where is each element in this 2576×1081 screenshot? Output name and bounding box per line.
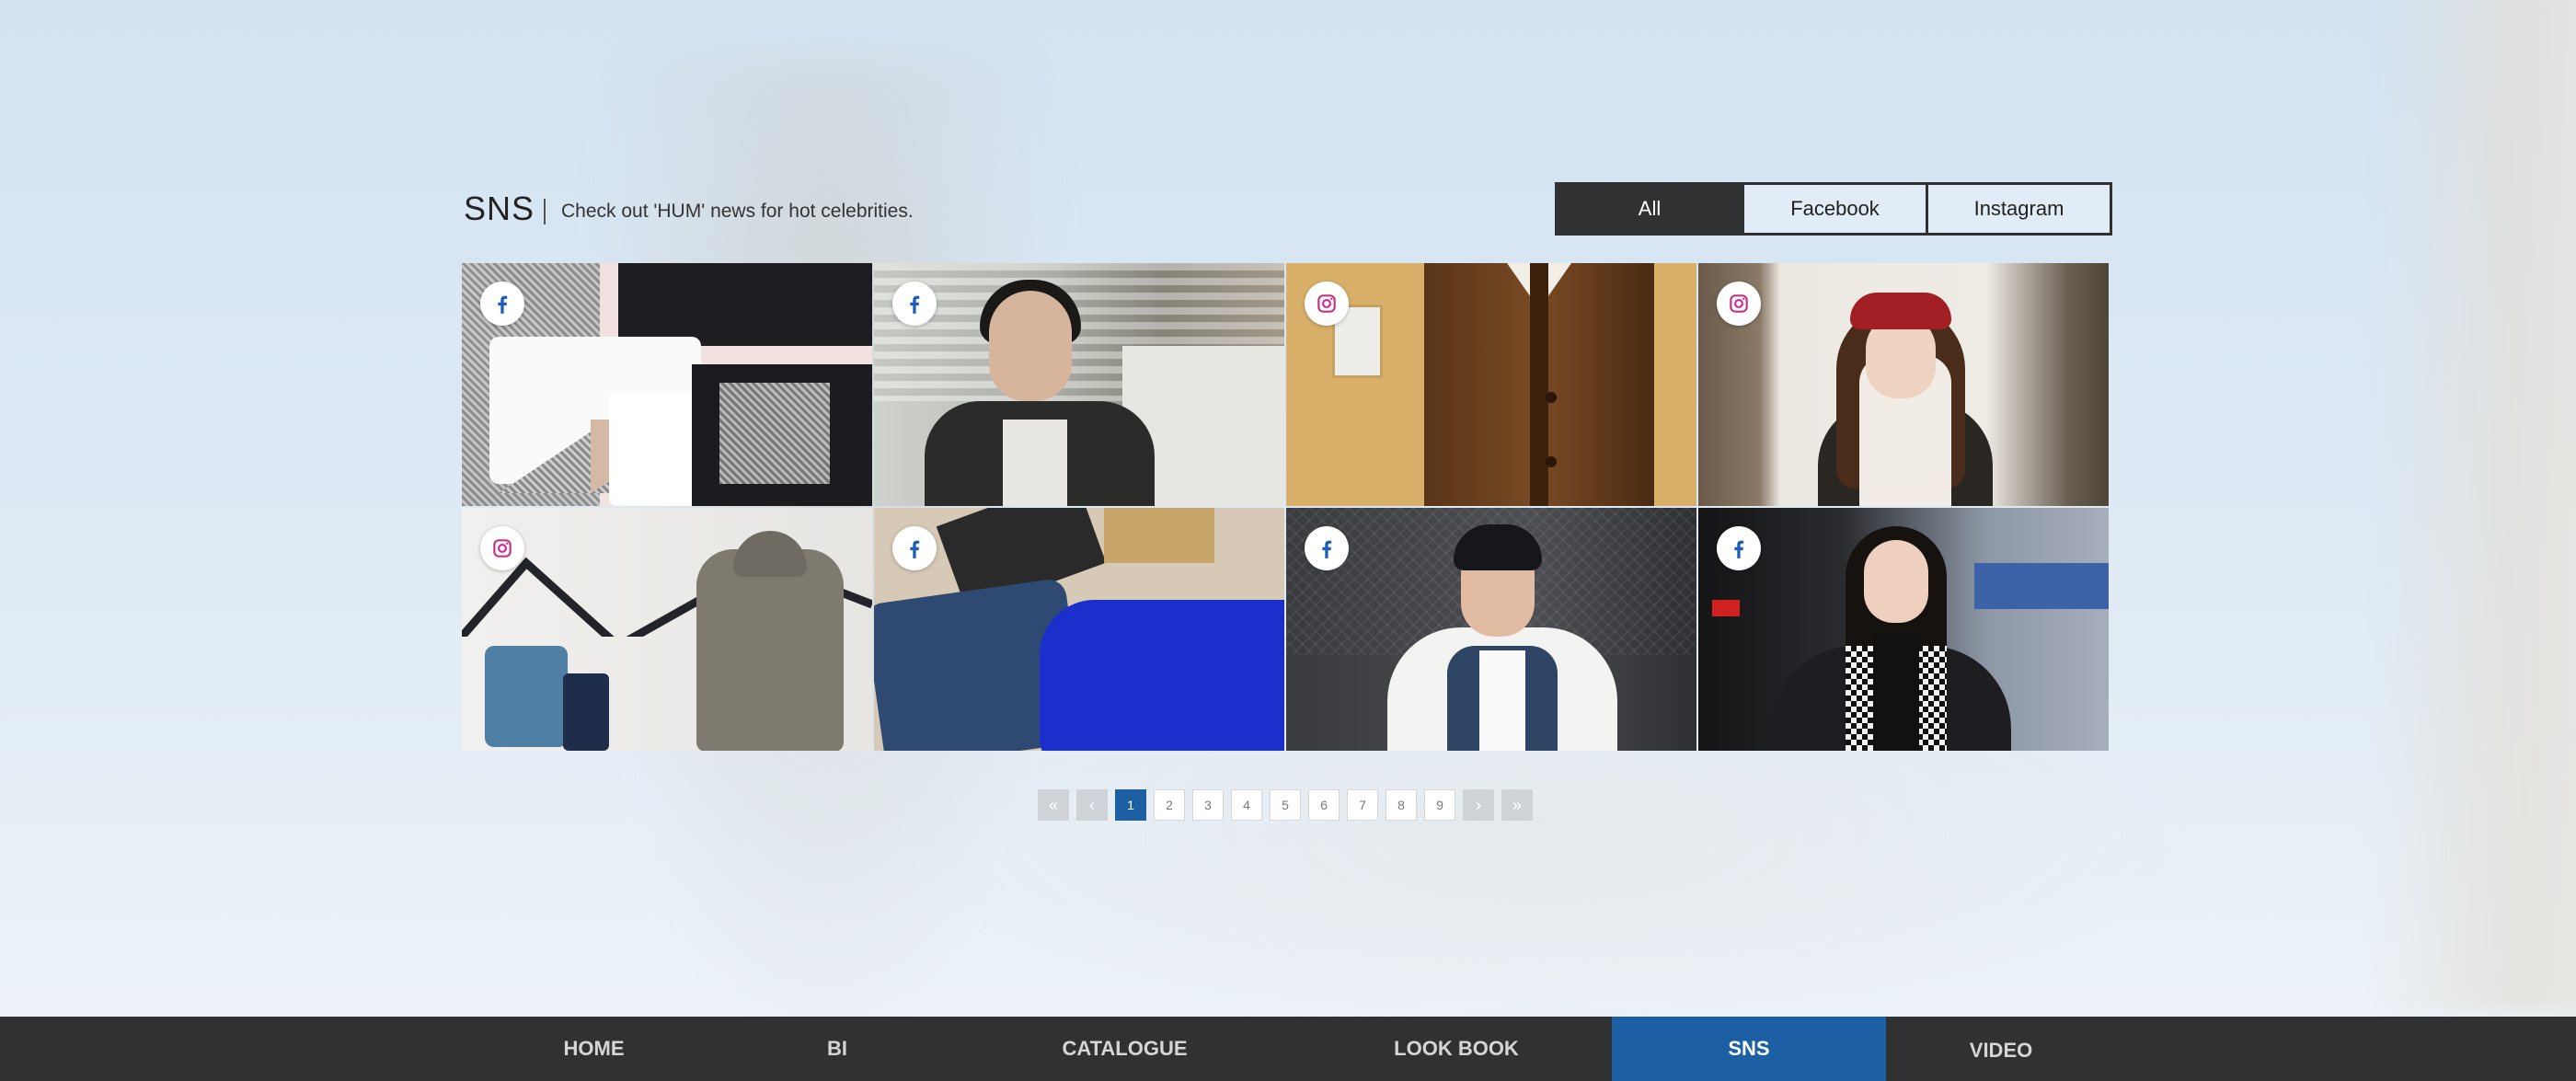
nav-look-book[interactable]: LOOK BOOK [1369, 1017, 1544, 1081]
title-divider [544, 199, 546, 224]
nav-catalogue[interactable]: CATALOGUE [1030, 1017, 1219, 1081]
filter-all[interactable]: All [1558, 185, 1742, 233]
instagram-icon [480, 526, 524, 570]
sns-section: SNS Check out 'HUM' news for hot celebri… [462, 180, 2112, 751]
nav-video[interactable]: VIDEO [1950, 1017, 2052, 1081]
sns-post-3[interactable] [1286, 263, 1696, 506]
facebook-icon [892, 282, 937, 326]
page-5-button[interactable]: 5 [1270, 789, 1301, 821]
page-3-button[interactable]: 3 [1192, 789, 1224, 821]
bottom-nav: HOME BI CATALOGUE LOOK BOOK SNS VIDEO [0, 1017, 2576, 1081]
page-7-button[interactable]: 7 [1347, 789, 1378, 821]
facebook-icon [1305, 526, 1349, 570]
sns-post-8[interactable] [1698, 508, 2109, 751]
facebook-icon [1717, 526, 1761, 570]
facebook-icon [892, 526, 937, 570]
next-page-button[interactable]: › [1463, 789, 1494, 821]
page-4-button[interactable]: 4 [1231, 789, 1262, 821]
nav-home[interactable]: HOME [523, 1017, 665, 1081]
page-1-button[interactable]: 1 [1115, 789, 1146, 821]
sns-post-7[interactable] [1286, 508, 1696, 751]
filter-tabs: All Facebook Instagram [1555, 182, 2112, 236]
page-2-button[interactable]: 2 [1154, 789, 1185, 821]
instagram-icon [1717, 282, 1761, 326]
prev-page-button[interactable]: ‹ [1076, 789, 1108, 821]
section-title: SNS [464, 190, 535, 227]
section-subtitle: Check out 'HUM' news for hot celebrities… [561, 201, 914, 222]
filter-facebook[interactable]: Facebook [1742, 185, 1926, 233]
section-header: SNS Check out 'HUM' news for hot celebri… [462, 180, 2112, 239]
page-8-button[interactable]: 8 [1386, 789, 1417, 821]
sns-post-2[interactable] [874, 263, 1284, 506]
nav-sns[interactable]: SNS [1612, 1017, 1886, 1081]
first-page-button[interactable]: « [1038, 789, 1069, 821]
sns-post-1[interactable] [462, 263, 872, 506]
last-page-button[interactable]: » [1501, 789, 1533, 821]
sns-post-6[interactable] [874, 508, 1284, 751]
page-9-button[interactable]: 9 [1424, 789, 1455, 821]
sns-post-5[interactable] [462, 508, 872, 751]
instagram-icon [1305, 282, 1349, 326]
sns-post-4[interactable] [1698, 263, 2109, 506]
facebook-icon [480, 282, 524, 326]
pagination: « ‹ 1 2 3 4 5 6 7 8 9 › » [1038, 789, 1533, 821]
filter-instagram[interactable]: Instagram [1926, 185, 2110, 233]
sns-grid [462, 263, 2109, 751]
nav-bi[interactable]: BI [782, 1017, 892, 1081]
page-6-button[interactable]: 6 [1308, 789, 1340, 821]
